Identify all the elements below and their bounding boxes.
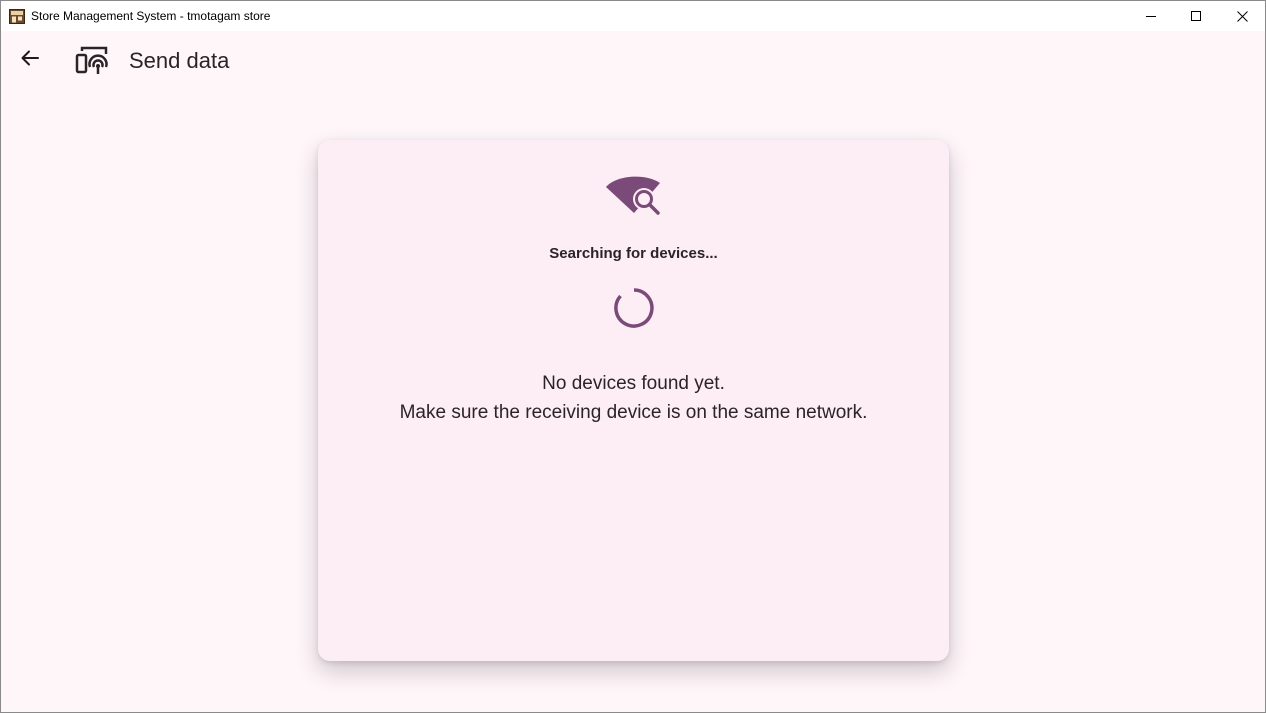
maximize-button[interactable] xyxy=(1173,1,1219,31)
wifi-search-icon xyxy=(604,173,664,217)
empty-state-line-1: No devices found yet. xyxy=(542,373,725,394)
minimize-button[interactable] xyxy=(1128,1,1174,31)
loading-spinner xyxy=(612,286,656,330)
close-button[interactable] xyxy=(1219,1,1265,31)
app-window: Store Management System - tmotagam store xyxy=(0,0,1266,713)
page-title: Send data xyxy=(129,48,230,73)
searching-status: Searching for devices... xyxy=(549,245,718,262)
maximize-icon xyxy=(1191,11,1201,21)
app-bar: Send data xyxy=(1,31,1265,93)
store-icon xyxy=(9,9,25,24)
empty-state-message: No devices found yet. Make sure the rece… xyxy=(318,369,949,427)
discovery-card: Searching for devices... No devices foun… xyxy=(318,140,949,661)
device-broadcast-icon xyxy=(75,45,109,77)
back-button[interactable] xyxy=(13,43,47,77)
title-bar[interactable]: Store Management System - tmotagam store xyxy=(1,1,1265,31)
minimize-icon xyxy=(1146,11,1156,21)
close-icon xyxy=(1236,10,1248,22)
empty-state-line-2: Make sure the receiving device is on the… xyxy=(399,402,868,423)
arrow-left-icon xyxy=(21,50,39,71)
window-title: Store Management System - tmotagam store xyxy=(31,9,271,23)
